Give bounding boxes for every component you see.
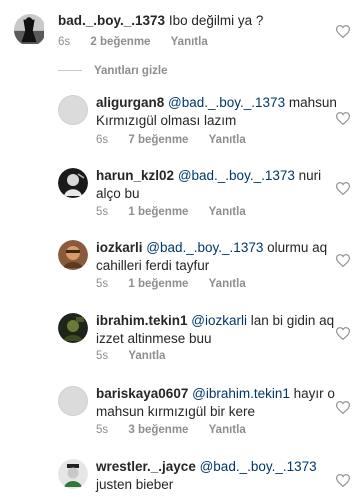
comment-body-line2: Kırmızıgül olması lazım	[96, 113, 237, 128]
comment-meta: 5s 1 beğenme Yanıtla	[96, 278, 263, 290]
comment-body: olurmu aq	[267, 240, 328, 255]
comment-meta: 6s 7 beğenme Yanıtla	[96, 134, 263, 146]
comment-body-line2: izzet altinmese buu	[96, 331, 212, 346]
comment-meta: 6s 2 beğenme Yanıtla	[58, 36, 225, 48]
mention-link[interactable]: @bad._.boy._.1373	[200, 459, 317, 474]
heart-outline-icon[interactable]	[336, 25, 350, 38]
mention-link[interactable]: @ibrahim.tekin1	[192, 386, 290, 401]
comment-text: wrestler._.jayce @bad._.boy._.1373 juste…	[96, 458, 317, 494]
reply-button[interactable]: Yanıtla	[128, 350, 165, 362]
comment-body: mahsun	[288, 95, 337, 110]
mention-link[interactable]: @bad._.boy._.1373	[168, 95, 285, 110]
comment-body: hayır o	[293, 386, 335, 401]
heart-outline-icon[interactable]	[336, 182, 350, 195]
heart-outline-icon[interactable]	[336, 401, 350, 414]
reply-button[interactable]: Yanıtla	[171, 36, 208, 48]
comment-username[interactable]: aligurgan8	[96, 95, 164, 110]
comment-likes[interactable]: 1 beğenme	[128, 206, 188, 218]
comment-text: ibrahim.tekin1 @iozkarli lan bi gidin aq…	[96, 312, 334, 348]
comment-body-line2: cahilleri ferdi tayfur	[96, 258, 210, 273]
comment-body: nuri	[298, 168, 322, 183]
mention-link[interactable]: @bad._.boy._.1373	[146, 240, 263, 255]
reply-button[interactable]: Yanıtla	[209, 206, 246, 218]
comment-likes[interactable]: 1 beğenme	[128, 278, 188, 290]
comment-time: 5s	[96, 424, 109, 436]
comment-likes[interactable]: 7 beğenme	[128, 134, 188, 146]
avatar-placeholder-icon[interactable]	[58, 95, 88, 125]
comment-likes[interactable]: 2 beğenme	[90, 36, 150, 48]
avatar-image	[14, 14, 44, 44]
comment-body-line2: alço bu	[96, 186, 140, 201]
comment-time: 5s	[96, 278, 109, 290]
comment-username[interactable]: wrestler._.jayce	[96, 459, 196, 474]
avatar-image	[58, 459, 88, 489]
comment-body-line2: mahsun kırmızıgül bir kere	[96, 404, 256, 419]
avatar-iozkarli[interactable]	[58, 240, 88, 270]
avatar-ibrahim[interactable]	[58, 313, 88, 343]
avatar-placeholder-icon[interactable]	[58, 386, 88, 416]
comment-body: Ibo değilmi ya ?	[168, 13, 264, 28]
comment-likes[interactable]: 3 beğenme	[128, 424, 188, 436]
avatar-harun[interactable]	[58, 168, 88, 198]
reply-button[interactable]: Yanıtla	[209, 424, 246, 436]
heart-outline-icon[interactable]	[336, 474, 350, 487]
avatar-wrestler[interactable]	[58, 459, 88, 489]
comment-meta: 5s 3 beğenme Yanıtla	[96, 424, 263, 436]
comment-time: 6s	[58, 36, 71, 48]
comment-text: bad._.boy._.1373 Ibo değilmi ya ?	[58, 12, 263, 30]
comment-username[interactable]: harun_kzl02	[96, 168, 174, 183]
comment-body: lan bi gidin aq	[250, 313, 335, 328]
comment-time: 5s	[96, 206, 109, 218]
heart-outline-icon[interactable]	[336, 112, 350, 125]
heart-outline-icon[interactable]	[336, 254, 350, 267]
comment-username[interactable]: iozkarli	[96, 240, 143, 255]
avatar-image	[58, 240, 88, 270]
avatar-image	[58, 313, 88, 343]
comment-meta: 5s 1 beğenme Yanıtla	[96, 206, 263, 218]
avatar-image	[58, 168, 88, 198]
comment-text: bariskaya0607 @ibrahim.tekin1 hayır o ma…	[96, 385, 335, 421]
comment-meta: 5s Yanıtla	[96, 350, 182, 362]
comment-text: aligurgan8 @bad._.boy._.1373 mahsun Kırm…	[96, 94, 337, 130]
divider-line	[58, 70, 82, 72]
reply-button[interactable]: Yanıtla	[209, 134, 246, 146]
mention-link[interactable]: @iozkarli	[191, 313, 247, 328]
comment-time: 6s	[96, 134, 109, 146]
reply-button[interactable]: Yanıtla	[209, 278, 246, 290]
heart-outline-icon[interactable]	[336, 327, 350, 340]
mention-link[interactable]: @bad._.boy._.1373	[178, 168, 295, 183]
avatar-bad-boy[interactable]	[14, 14, 46, 46]
comment-username[interactable]: bariskaya0607	[96, 386, 188, 401]
comment-body-line2: justen bieber	[96, 477, 174, 492]
hide-replies-button[interactable]: Yanıtları gizle	[58, 65, 168, 77]
comment-time: 5s	[96, 350, 109, 362]
comment-text: harun_kzl02 @bad._.boy._.1373 nuri alço …	[96, 167, 321, 203]
comment-text: iozkarli @bad._.boy._.1373 olurmu aq cah…	[96, 239, 327, 275]
comment-username[interactable]: ibrahim.tekin1	[96, 313, 188, 328]
hide-replies-label: Yanıtları gizle	[94, 65, 168, 77]
comment-username[interactable]: bad._.boy._.1373	[58, 13, 165, 28]
